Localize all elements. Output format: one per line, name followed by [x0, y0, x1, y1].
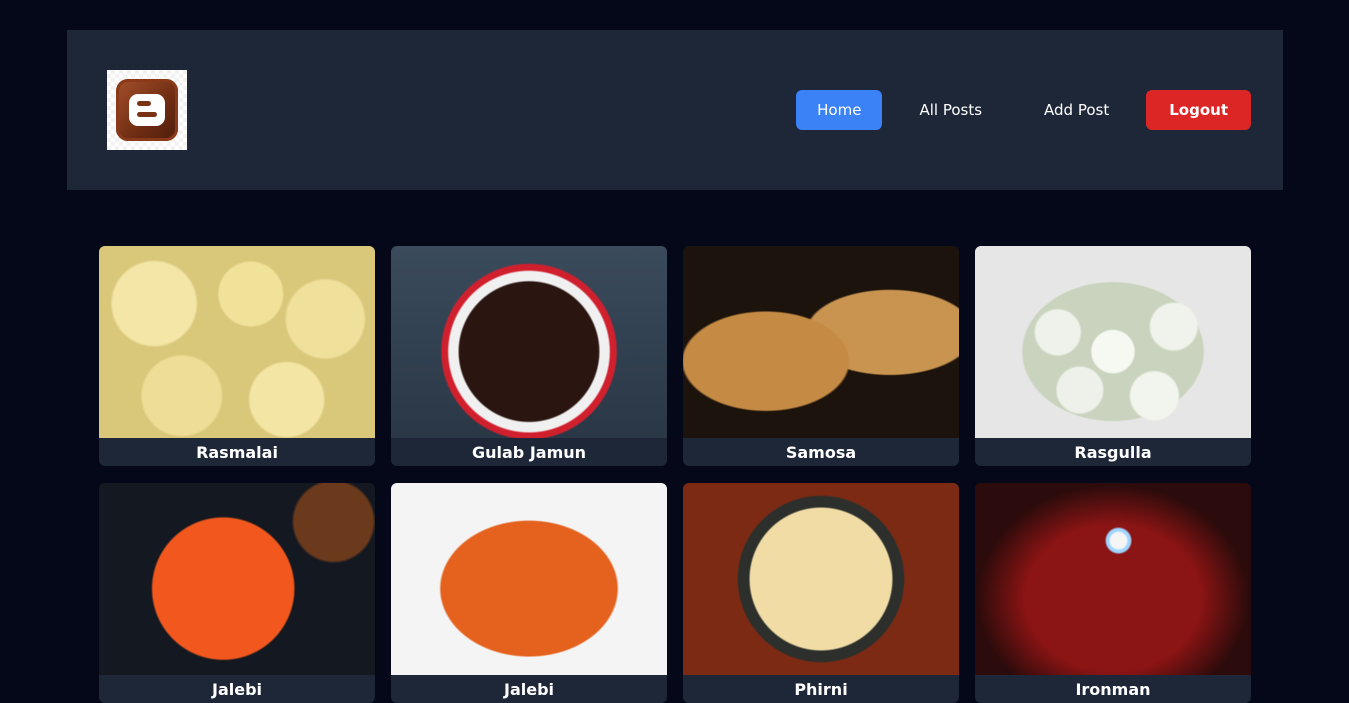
post-card[interactable]: Phirni: [683, 483, 959, 703]
blogger-logo[interactable]: [107, 70, 187, 150]
post-title: Jalebi: [503, 679, 555, 699]
post-card[interactable]: Ironman: [975, 483, 1251, 703]
post-title: Rasgulla: [1074, 442, 1152, 462]
post-card[interactable]: Gulab Jamun: [391, 246, 667, 466]
post-image[interactable]: [683, 246, 959, 438]
post-card[interactable]: Jalebi: [391, 483, 667, 703]
post-image[interactable]: [683, 483, 959, 675]
post-card[interactable]: Samosa: [683, 246, 959, 466]
main-nav: Home All Posts Add Post Logout: [796, 90, 1251, 130]
post-image[interactable]: [391, 246, 667, 438]
post-image[interactable]: [975, 246, 1251, 438]
post-title: Jalebi: [211, 679, 263, 699]
posts-grid: Rasmalai Gulab Jamun Samosa Rasgulla Jal…: [99, 246, 1251, 703]
post-card[interactable]: Jalebi: [99, 483, 375, 703]
blogger-icon: [116, 79, 178, 141]
logout-button[interactable]: Logout: [1146, 90, 1251, 130]
post-image[interactable]: [975, 483, 1251, 675]
post-image[interactable]: [391, 483, 667, 675]
post-card[interactable]: Rasmalai: [99, 246, 375, 466]
post-title: Rasmalai: [196, 442, 278, 462]
post-card[interactable]: Rasgulla: [975, 246, 1251, 466]
site-header: Home All Posts Add Post Logout: [67, 30, 1283, 190]
post-title: Phirni: [794, 679, 848, 699]
post-title: Ironman: [1075, 679, 1151, 699]
post-title: Samosa: [785, 442, 857, 462]
post-title: Gulab Jamun: [471, 442, 587, 462]
post-image[interactable]: [99, 483, 375, 675]
nav-all-posts-button[interactable]: All Posts: [894, 90, 1007, 130]
nav-add-post-button[interactable]: Add Post: [1019, 90, 1134, 130]
post-image[interactable]: [99, 246, 375, 438]
nav-home-button[interactable]: Home: [796, 90, 883, 130]
